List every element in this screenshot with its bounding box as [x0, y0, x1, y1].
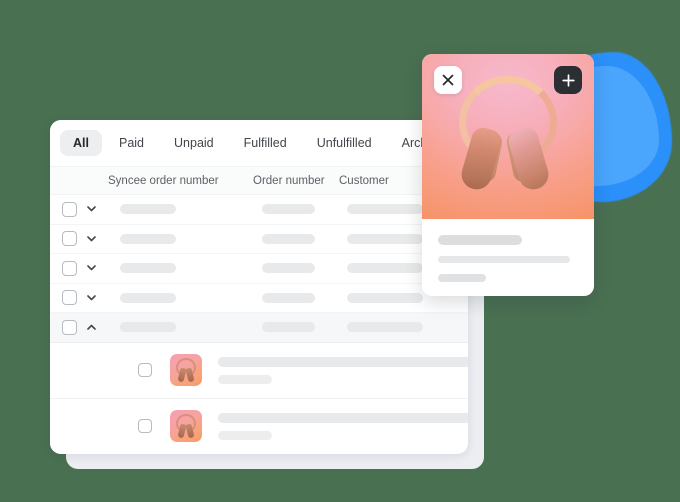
chevron-down-icon[interactable] — [82, 265, 100, 271]
skeleton-cell — [262, 263, 315, 274]
skeleton-cell — [120, 233, 176, 244]
tab-all[interactable]: All — [60, 130, 102, 156]
skeleton-cell — [262, 322, 315, 333]
table-row[interactable] — [50, 283, 468, 313]
chevron-down-icon[interactable] — [82, 294, 100, 301]
product-image — [422, 54, 594, 219]
row-checkbox[interactable] — [62, 290, 77, 306]
skeleton-cell — [262, 292, 315, 303]
chevron-down-icon[interactable] — [82, 235, 100, 242]
subrow-skeleton-text — [218, 356, 468, 384]
subrow-checkbox[interactable] — [138, 419, 152, 433]
skeleton-cell — [347, 233, 423, 244]
close-icon[interactable] — [434, 66, 462, 94]
column-header-syncee-order-number: Syncee order number — [108, 174, 219, 187]
table-row-expanded[interactable] — [50, 313, 468, 343]
skeleton-cell — [262, 204, 315, 215]
tab-paid[interactable]: Paid — [106, 130, 157, 156]
subrow-checkbox[interactable] — [138, 363, 152, 377]
tab-unpaid[interactable]: Unpaid — [161, 130, 227, 156]
skeleton-cell — [347, 263, 423, 274]
row-checkbox[interactable] — [62, 260, 77, 276]
skeleton-cell — [120, 292, 176, 303]
table-row[interactable] — [50, 195, 468, 225]
product-card — [422, 54, 594, 296]
table-row[interactable] — [50, 224, 468, 254]
orders-column-header: Syncee order number Order number Custome… — [50, 166, 468, 195]
list-item[interactable] — [50, 398, 468, 454]
subrow-skeleton-text — [218, 412, 468, 440]
skeleton-cell — [262, 233, 315, 244]
chevron-up-icon[interactable] — [82, 324, 100, 331]
column-header-customer: Customer — [339, 174, 389, 187]
skeleton-line — [438, 235, 522, 245]
table-row[interactable] — [50, 254, 468, 284]
skeleton-cell — [347, 204, 423, 215]
plus-icon[interactable] — [554, 66, 582, 94]
skeleton-cell — [347, 292, 423, 303]
row-checkbox[interactable] — [62, 319, 77, 335]
row-checkbox[interactable] — [62, 201, 77, 217]
skeleton-cell — [120, 322, 176, 333]
headphones-thumbnail-icon — [170, 410, 202, 442]
chevron-down-icon[interactable] — [82, 206, 100, 212]
skeleton-cell — [120, 204, 176, 215]
column-header-order-number: Order number — [253, 174, 325, 187]
orders-panel: All Paid Unpaid Fulfilled Unfulfilled Ar… — [50, 120, 468, 454]
headphones-thumbnail-icon — [170, 354, 202, 386]
product-card-body — [422, 219, 594, 282]
skeleton-line — [438, 274, 486, 282]
row-checkbox[interactable] — [62, 231, 77, 247]
tab-fulfilled[interactable]: Fulfilled — [231, 130, 300, 156]
skeleton-cell — [347, 322, 423, 333]
tab-unfulfilled[interactable]: Unfulfilled — [304, 130, 385, 156]
orders-tabbar: All Paid Unpaid Fulfilled Unfulfilled Ar… — [50, 120, 468, 166]
skeleton-cell — [120, 263, 176, 274]
skeleton-line — [438, 256, 570, 263]
screenshot-canvas: All Paid Unpaid Fulfilled Unfulfilled Ar… — [0, 0, 680, 502]
list-item[interactable] — [50, 342, 468, 399]
